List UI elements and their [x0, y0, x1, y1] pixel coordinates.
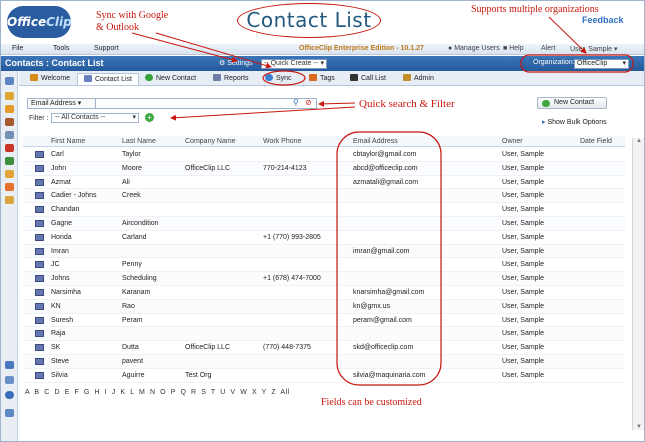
- annotation-arrows: [131, 16, 634, 386]
- sync-tab-highlight: [262, 70, 306, 86]
- app-window: OfficeClip Feedback File Tools Support O…: [0, 0, 645, 442]
- multi-org-callout: Supports multiple organizations: [471, 4, 599, 15]
- sync-callout-line1: Sync with Google: [96, 10, 169, 21]
- fields-customized-callout: Fields can be customized: [321, 397, 422, 408]
- search-arrow: [318, 100, 356, 107]
- filter-arrow: [170, 106, 356, 121]
- sync-callout-line2: & Outlook: [96, 22, 140, 33]
- sync-arrow: [155, 32, 272, 69]
- organization-highlight: [520, 54, 634, 73]
- organization-arrow: [548, 16, 587, 54]
- email-column-highlight: [336, 131, 442, 386]
- contact-list-callout: Contact List: [237, 3, 381, 38]
- settings-arrow: [131, 32, 238, 63]
- quick-search-callout: Quick search & Filter: [359, 98, 455, 110]
